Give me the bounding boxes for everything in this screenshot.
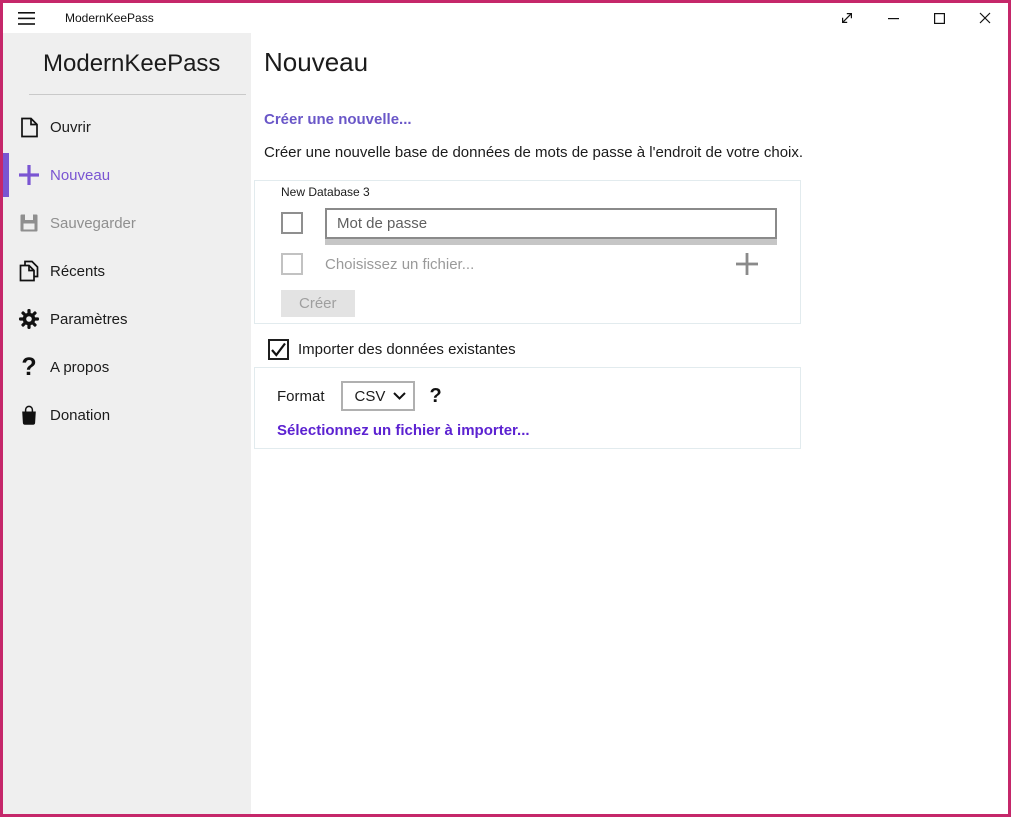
create-new-link[interactable]: Créer une nouvelle... — [264, 111, 412, 128]
import-checkbox-row: Importer des données existantes — [268, 339, 1008, 360]
sidebar-item-label: Nouveau — [50, 167, 110, 184]
keyfile-checkbox[interactable] — [281, 253, 303, 275]
password-strength-bar — [325, 239, 777, 245]
recent-documents-icon — [18, 260, 40, 282]
format-row: Format CSV ? — [277, 381, 800, 411]
hamburger-icon — [18, 12, 35, 25]
database-name-label: New Database 3 — [281, 185, 800, 199]
checkmark-icon — [270, 341, 287, 358]
keyfile-placeholder: Choisissez un fichier... — [325, 256, 474, 273]
import-panel: Format CSV ? Sélectionnez un fichier à i… — [254, 367, 801, 449]
open-file-icon — [18, 116, 40, 138]
sidebar-item-apropos[interactable]: ? A propos — [3, 343, 251, 391]
window-controls — [824, 3, 1008, 33]
navigation-pane: ModernKeePass Ouvrir — [3, 33, 251, 814]
selection-indicator — [3, 297, 9, 341]
gear-icon — [18, 308, 40, 330]
titlebar: ModernKeePass — [3, 3, 1008, 33]
sidebar-item-label: Donation — [50, 407, 110, 424]
sidebar-item-ouvrir[interactable]: Ouvrir — [3, 103, 251, 151]
sidebar-item-label: A propos — [50, 359, 109, 376]
format-help-button[interactable]: ? — [430, 385, 442, 408]
selection-indicator — [3, 201, 9, 245]
maximize-button[interactable] — [916, 3, 962, 33]
main-content: Nouveau Créer une nouvelle... Créer une … — [251, 33, 1008, 814]
sidebar-nav: Ouvrir Nouveau — [3, 103, 251, 439]
new-database-panel: New Database 3 Choisissez un fichier... — [254, 180, 801, 324]
password-field-wrap — [325, 208, 777, 245]
diagonal-resize-icon — [840, 11, 854, 25]
minimize-icon — [888, 13, 899, 24]
select-import-file-link[interactable]: Sélectionnez un fichier à importer... — [277, 422, 530, 439]
sidebar-item-parametres[interactable]: Paramètres — [3, 295, 251, 343]
save-icon — [18, 212, 40, 234]
app-window: ModernKeePass — [0, 0, 1011, 817]
selection-indicator — [3, 105, 9, 149]
sidebar-divider — [29, 94, 246, 95]
donation-bag-icon — [18, 404, 40, 426]
close-icon — [979, 12, 991, 24]
page-title: Nouveau — [264, 47, 1008, 78]
selection-indicator — [3, 153, 9, 197]
maximize-icon — [934, 13, 945, 24]
format-dropdown-value: CSV — [355, 388, 386, 405]
format-label: Format — [277, 388, 325, 405]
import-checkbox-label: Importer des données existantes — [298, 341, 516, 358]
close-button[interactable] — [962, 3, 1008, 33]
password-input[interactable] — [325, 208, 777, 239]
minimize-button[interactable] — [870, 3, 916, 33]
sidebar-app-title: ModernKeePass — [3, 33, 251, 78]
create-button[interactable]: Créer — [281, 290, 355, 317]
sidebar-item-label: Ouvrir — [50, 119, 91, 136]
format-dropdown[interactable]: CSV — [341, 381, 415, 411]
sidebar-item-label: Paramètres — [50, 311, 128, 328]
password-row — [281, 208, 800, 245]
chevron-down-icon — [393, 392, 406, 400]
sidebar-item-label: Récents — [50, 263, 105, 280]
keyfile-row: Choisissez un fichier... — [281, 253, 800, 275]
create-description: Créer une nouvelle base de données de mo… — [264, 144, 1008, 161]
fullscreen-exit-button[interactable] — [824, 3, 870, 33]
plus-icon — [18, 164, 40, 186]
password-checkbox[interactable] — [281, 212, 303, 234]
import-checkbox[interactable] — [268, 339, 289, 360]
sidebar-item-sauvegarder[interactable]: Sauvegarder — [3, 199, 251, 247]
selection-indicator — [3, 345, 9, 389]
sidebar-item-nouveau[interactable]: Nouveau — [3, 151, 251, 199]
selection-indicator — [3, 393, 9, 437]
hamburger-menu-button[interactable] — [3, 3, 49, 33]
selection-indicator — [3, 249, 9, 293]
sidebar-item-recents[interactable]: Récents — [3, 247, 251, 295]
sidebar-item-donation[interactable]: Donation — [3, 391, 251, 439]
window-title: ModernKeePass — [65, 11, 154, 25]
question-icon: ? — [18, 356, 40, 378]
sidebar-item-label: Sauvegarder — [50, 215, 136, 232]
plus-icon — [734, 251, 760, 277]
add-file-button[interactable] — [734, 251, 760, 277]
